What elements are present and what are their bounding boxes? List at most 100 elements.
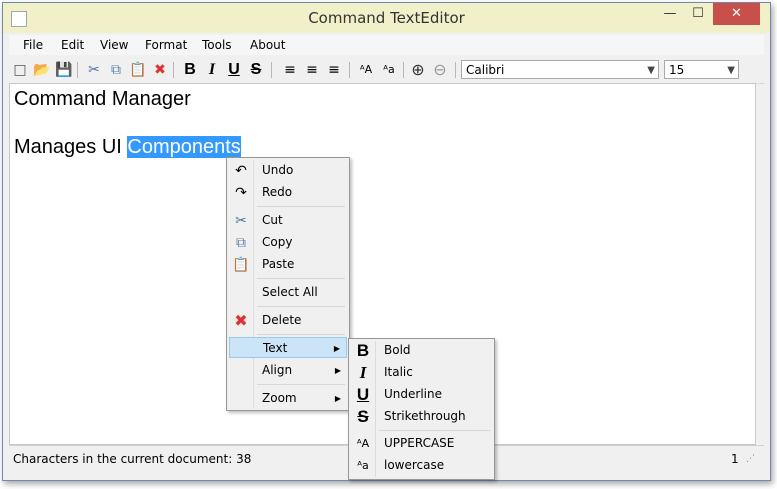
align-left-icon[interactable]: ≡	[281, 61, 299, 79]
menu-separator	[257, 384, 345, 385]
redo-icon: ↷	[235, 185, 247, 201]
font-combo-value: Calibri	[466, 63, 505, 77]
bold-icon: B	[356, 341, 370, 360]
cut-icon[interactable]: ✂	[85, 61, 103, 79]
font-combo[interactable]: Calibri ▼	[461, 60, 659, 79]
menu-item-label: Undo	[262, 163, 294, 177]
blank-icon	[231, 389, 251, 409]
menu-item-label: Copy	[262, 235, 293, 249]
submenu-item-label: Underline	[384, 387, 442, 401]
selected-text: Components	[127, 136, 241, 158]
menu-item-undo[interactable]: ↶ Undo	[229, 160, 347, 181]
submenu-item-lowercase[interactable]: ᴬa lowercase	[351, 455, 492, 476]
menu-bar: File Edit View Format Tools About	[9, 35, 764, 55]
toolbar-separator	[173, 62, 174, 78]
delete-icon[interactable]: ✖	[151, 61, 169, 79]
size-combo[interactable]: 15 ▼	[664, 60, 739, 79]
zoom-in-icon[interactable]: ⊕	[409, 61, 427, 79]
submenu-arrow-icon: ▶	[334, 394, 341, 403]
menu-separator	[257, 306, 345, 307]
chevron-down-icon: ▼	[727, 65, 735, 76]
toolbar-separator	[77, 62, 78, 78]
strikethrough-icon[interactable]: S	[247, 61, 265, 79]
context-menu: ↶ Undo ↷ Redo ✂ Cut ⧉ Copy 📋 Paste Select All…	[226, 157, 350, 411]
menu-separator	[257, 334, 345, 335]
submenu-item-label: UPPERCASE	[384, 436, 455, 450]
undo-icon: ↶	[235, 163, 247, 179]
paste-icon[interactable]: 📋	[129, 61, 147, 79]
uppercase-icon: ᴬA	[356, 437, 370, 450]
submenu-item-underline[interactable]: U Underline	[351, 384, 492, 405]
menu-item-align[interactable]: Align ▶	[229, 360, 347, 381]
copy-icon: ⧉	[236, 235, 246, 251]
size-combo-value: 15	[669, 63, 685, 77]
menu-item-copy[interactable]: ⧉ Copy	[229, 232, 347, 253]
menu-format[interactable]: Format	[145, 38, 187, 52]
maximize-button[interactable]: ☐	[684, 3, 712, 25]
submenu-arrow-icon: ▶	[334, 366, 341, 375]
save-icon[interactable]: 💾	[55, 61, 73, 79]
editor-line-1: Command Manager	[14, 88, 191, 110]
underline-icon: U	[356, 385, 370, 404]
menu-item-cut[interactable]: ✂ Cut	[229, 210, 347, 231]
editor-line-2-text: Manages UI	[14, 136, 128, 158]
submenu-item-label: lowercase	[384, 458, 445, 472]
menu-tools[interactable]: Tools	[202, 38, 232, 52]
open-icon[interactable]: 📂	[33, 61, 51, 79]
menu-file[interactable]: File	[23, 38, 43, 52]
menu-item-label: Align	[262, 363, 293, 377]
align-center-icon[interactable]: ≡	[303, 61, 321, 79]
submenu-item-strikethrough[interactable]: S Strikethrough	[351, 406, 492, 427]
resize-grip-icon[interactable]: ⋰	[746, 454, 758, 466]
submenu-item-italic[interactable]: I Italic	[351, 362, 492, 383]
submenu-item-label: Bold	[384, 343, 411, 357]
lowercase-icon[interactable]: ᴬa	[380, 61, 398, 79]
copy-icon[interactable]: ⧉	[107, 61, 125, 79]
delete-icon: ✖	[234, 311, 248, 330]
align-right-icon[interactable]: ≡	[325, 61, 343, 79]
toolbar: □ 📂 💾 ✂ ⧉ 📋 ✖ B I U S ≡ ≡ ≡ ᴬA ᴬa ⊕ ⊖ Ca…	[9, 57, 764, 84]
menu-edit[interactable]: Edit	[61, 38, 84, 52]
toolbar-separator	[455, 62, 456, 78]
menu-item-redo[interactable]: ↷ Redo	[229, 182, 347, 203]
blank-icon	[232, 339, 252, 359]
underline-icon[interactable]: U	[225, 61, 243, 79]
submenu-arrow-icon: ▶	[333, 344, 340, 353]
menu-about[interactable]: About	[250, 38, 285, 52]
submenu-item-bold[interactable]: B Bold	[351, 340, 492, 361]
title-bar[interactable]: Command TextEditor — ☐ ✕	[3, 3, 770, 33]
toolbar-separator	[403, 62, 404, 78]
close-button[interactable]: ✕	[713, 3, 760, 25]
minimize-button[interactable]: —	[656, 3, 684, 25]
lowercase-icon: ᴬa	[357, 459, 369, 472]
window-title: Command TextEditor	[308, 9, 465, 27]
menu-view[interactable]: View	[100, 38, 128, 52]
new-icon[interactable]: □	[11, 61, 29, 79]
italic-icon: I	[359, 363, 367, 382]
menu-item-label: Paste	[262, 257, 295, 271]
blank-icon	[231, 283, 251, 303]
menu-item-zoom[interactable]: Zoom ▶	[229, 388, 347, 409]
menu-separator	[257, 278, 345, 279]
paste-icon: 📋	[232, 257, 250, 273]
submenu-item-uppercase[interactable]: ᴬA UPPERCASE	[351, 433, 492, 454]
zoom-out-icon[interactable]: ⊖	[431, 61, 449, 79]
submenu-item-label: Strikethrough	[384, 409, 466, 423]
menu-item-label: Zoom	[262, 391, 297, 405]
menu-item-text[interactable]: Text ▶	[229, 337, 347, 358]
menu-item-label: Cut	[262, 213, 283, 227]
strikethrough-icon: S	[357, 407, 369, 426]
menu-separator	[257, 206, 345, 207]
menu-item-paste[interactable]: 📋 Paste	[229, 254, 347, 275]
toolbar-separator	[349, 62, 350, 78]
bold-icon[interactable]: B	[181, 61, 199, 79]
toolbar-separator	[271, 62, 272, 78]
text-submenu: B Bold I Italic U Underline S Strikethrough …	[348, 338, 495, 480]
menu-item-label: Redo	[262, 185, 293, 199]
menu-item-delete[interactable]: ✖ Delete	[229, 310, 347, 331]
status-number: 1	[731, 452, 739, 466]
menu-item-select-all[interactable]: Select All	[229, 282, 347, 303]
italic-icon[interactable]: I	[203, 61, 221, 79]
menu-item-label: Delete	[262, 313, 302, 327]
uppercase-icon[interactable]: ᴬA	[357, 61, 375, 79]
